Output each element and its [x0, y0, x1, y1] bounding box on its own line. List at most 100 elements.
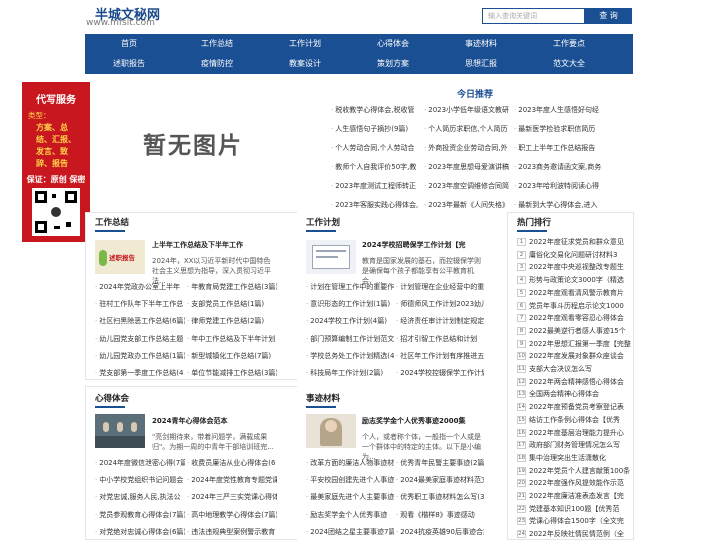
list-item[interactable]: 幼儿园党支部工作总结主题 — [95, 334, 185, 344]
list-item[interactable]: 年教育局党建工作总结(3篇) — [187, 282, 277, 292]
recommend-item[interactable]: 最新医学检验求职信简历 — [514, 124, 606, 134]
list-item[interactable]: 平安校园创建先进个人事迹 — [306, 475, 394, 485]
nav-item-planning[interactable]: 策划方案 — [349, 54, 437, 74]
nav-item-work-points[interactable]: 工作要点 — [525, 34, 613, 54]
nav-item-thought[interactable]: 思想汇报 — [437, 54, 525, 74]
recommend-item[interactable]: 外商投资企业劳动合同,外 — [424, 143, 516, 153]
list-item[interactable]: 支部党员工作总结(1篇) — [187, 299, 277, 309]
list-item[interactable]: 对党绝对忠诚心得体会(6篇) — [95, 527, 185, 537]
hot-item[interactable]: 5 2022年度观看清风警示教育片 — [517, 288, 631, 298]
list-item[interactable]: 计划管理在企业经营中的重 — [396, 282, 484, 292]
hot-item[interactable]: 15 结访工作条例心得体会【优秀 — [517, 415, 631, 425]
feature-title[interactable]: 2024青年心得体会范本 — [152, 416, 227, 426]
list-item[interactable]: 意识形态的工作计划(1篇) — [306, 299, 394, 309]
list-item[interactable]: 改革方面的廉洁人物事迹材 — [306, 458, 394, 468]
search-input[interactable]: 输入查询关键词 — [482, 8, 585, 24]
recommend-item[interactable]: 职工上半年工作总结报告 — [514, 143, 606, 153]
recommend-item[interactable]: 2023年最新《人间失格》 — [424, 200, 516, 210]
hot-item[interactable]: 21 2022年度廉洁准表态发言【完 — [517, 491, 631, 501]
list-item[interactable]: 2024学校工作计划(4篇) — [306, 316, 394, 326]
recommend-item[interactable]: 个人简历求职信,个人简历 — [424, 124, 516, 134]
hot-item[interactable]: 19 2022年党员个人建言献策100条 — [517, 466, 631, 476]
nav-item-report[interactable]: 述职报告 — [85, 54, 173, 74]
list-item[interactable]: 律师党建工作总结(2篇) — [187, 316, 277, 326]
list-item[interactable]: 学校总务处工作计划精选(4 — [306, 351, 394, 361]
nav-item-essays[interactable]: 范文大全 — [525, 54, 613, 74]
list-item[interactable]: 高中地理教学心得体会(7篇) — [187, 510, 277, 520]
hot-item[interactable]: 16 2022年度基层治理能力提升心 — [517, 428, 631, 438]
hot-item[interactable]: 13 全国两会精神心得体会 — [517, 389, 631, 399]
hot-item[interactable]: 7 2022年度观看零容忍心得体会 — [517, 313, 631, 323]
list-item[interactable]: 最美家庭先进个人主要事迹 — [306, 492, 394, 502]
list-item[interactable]: 科技局年工作计划(2篇) — [306, 368, 394, 378]
recommend-item[interactable]: 2023商务邀请函文案,商务 — [514, 162, 606, 172]
hot-item[interactable]: 23 党课心得体会1500字（全文完 — [517, 516, 631, 526]
recommend-item[interactable]: 个人劳动合同,个人劳动合 — [331, 143, 423, 153]
list-item[interactable]: 中小学校党组织书记问题会 — [95, 475, 185, 485]
hot-item[interactable]: 22 党建基本知识100题【优秀范 — [517, 504, 631, 514]
list-item[interactable]: 观看《楷样8》事迹感动 — [396, 510, 484, 520]
list-item[interactable]: 2024最美家庭事迹材料范文 — [396, 475, 484, 485]
hot-item[interactable]: 9 2022年思想汇报第一季度【完整 — [517, 339, 631, 349]
thumbnail-image[interactable]: 述职报告 — [95, 240, 145, 274]
recommend-item[interactable]: 2023年度思想母爱演讲稿 — [424, 162, 516, 172]
list-item[interactable]: 部门预算编制工作计划范文 — [306, 334, 394, 344]
nav-item-work-summary[interactable]: 工作总结 — [173, 34, 261, 54]
hot-item[interactable]: 12 2022年两会精神感悟心得体会 — [517, 377, 631, 387]
list-item[interactable]: 收费员廉洁从业心得体会(6 — [187, 458, 277, 468]
recommend-item[interactable]: 教师个人自我评价50字,教 — [331, 162, 423, 172]
hot-item[interactable]: 18 集中治理突出生活潇散化 — [517, 453, 631, 463]
recommend-item[interactable]: 税收教学心得体会,税收管 — [331, 105, 423, 115]
recommend-item[interactable]: 2023小学低年级语文教研 — [424, 105, 516, 115]
nav-item-home[interactable]: 首页 — [85, 34, 173, 54]
thumbnail-image[interactable] — [95, 414, 145, 448]
hot-item[interactable]: 24 2022年反映社情民情范例（全 — [517, 529, 631, 539]
list-item[interactable]: 2024年党政办公室上半年 — [95, 282, 185, 292]
list-item[interactable]: 单位节能减排工作总结(3篇) — [187, 368, 277, 378]
list-item[interactable]: 招才引智工作总结和计划 — [396, 334, 484, 344]
feature-title[interactable]: 励志奖学金个人优秀事迹2000集 — [362, 416, 465, 426]
list-item[interactable]: 师德师风工作计划2023幼儿 — [396, 299, 484, 309]
list-item[interactable]: 2024团结之星主要事迹7篇 — [306, 527, 394, 537]
list-item[interactable]: 2024抗疫英雄90后事迹合集 — [396, 527, 484, 537]
list-item[interactable]: 违法违规典型案例警示教育 — [187, 527, 277, 537]
nav-item-experience[interactable]: 心得体会 — [349, 34, 437, 54]
nav-item-work-plan[interactable]: 工作计划 — [261, 34, 349, 54]
hot-item[interactable]: 10 2022年度发展对象群众座谈会 — [517, 351, 631, 361]
recommend-item[interactable]: 2023年哈利波特阅读心得 — [514, 181, 606, 191]
hot-item[interactable]: 4 形势与政策论文3000字（精选 — [517, 275, 631, 285]
list-item[interactable]: 社区扫黑除恶工作总结(6篇) — [95, 316, 185, 326]
hot-item[interactable]: 3 2022年度中央巡视整改专题生 — [517, 262, 631, 272]
hot-item[interactable]: 6 党员年事斗历程启示论文1000 — [517, 301, 631, 311]
recommend-item[interactable]: 人生感悟句子摘抄(9篇) — [331, 124, 423, 134]
list-item[interactable]: 2024年度党性教育专题党课 — [187, 475, 277, 485]
list-item[interactable]: 优秀青年民警主要事迹(2篇) — [396, 458, 484, 468]
list-item[interactable]: 优秀职工事迹材料怎么写(3 — [396, 492, 484, 502]
list-item[interactable]: 2024年三严三实党课心得体 — [187, 492, 277, 502]
hot-item[interactable]: 11 支部大会决议怎么写 — [517, 364, 631, 374]
hot-item[interactable]: 1 2022年度征求党员和群众意见 — [517, 237, 631, 247]
recommend-item[interactable]: 2023年度空调维修合同简 — [424, 181, 516, 191]
list-item[interactable]: 对党忠诚,服务人民,执法公 — [95, 492, 185, 502]
hot-item[interactable]: 2 庸俗化交易化问题研讨材料3 — [517, 250, 631, 260]
list-item[interactable]: 新型城镇化工作总结(7篇) — [187, 351, 277, 361]
list-item[interactable]: 社区年工作计划有序推进五 — [396, 351, 484, 361]
list-item[interactable]: 年中工作总结及下半年计划 — [187, 334, 277, 344]
list-item[interactable]: 2024学校控辍保学工作计划 — [396, 368, 484, 378]
recommend-item[interactable]: 最新到大学心得体会,进入 — [514, 200, 606, 210]
feature-title[interactable]: 上半年工作总结及下半年工作 — [152, 240, 243, 250]
nav-item-lesson[interactable]: 教案设计 — [261, 54, 349, 74]
list-item[interactable]: 党支部第一季度工作总结(4 — [95, 368, 185, 378]
no-image-placeholder[interactable]: 暂无图片 — [95, 82, 320, 208]
nav-item-epidemic[interactable]: 疫情防控 — [173, 54, 261, 74]
hot-item[interactable]: 17 政府部门财务管理情况怎么写 — [517, 440, 631, 450]
recommend-item[interactable]: 2023年度人生感悟好句经 — [514, 105, 606, 115]
feature-title[interactable]: 2024学校招聘保学工作计划【完 — [362, 240, 465, 250]
hot-item[interactable]: 14 2022年度预备党员考察登记表 — [517, 402, 631, 412]
list-item[interactable]: 幼儿园党政办工作总结(1篇) — [95, 351, 185, 361]
list-item[interactable]: 励志奖学金个人优秀事迹 — [306, 510, 394, 520]
list-item[interactable]: 经济责任审计计划制定规定 — [396, 316, 484, 326]
search-button[interactable]: 查 询 — [585, 8, 632, 24]
hot-item[interactable]: 20 2022年度强作风提效能作示范 — [517, 478, 631, 488]
list-item[interactable]: 党员参观教育心得体会(7篇) — [95, 510, 185, 520]
